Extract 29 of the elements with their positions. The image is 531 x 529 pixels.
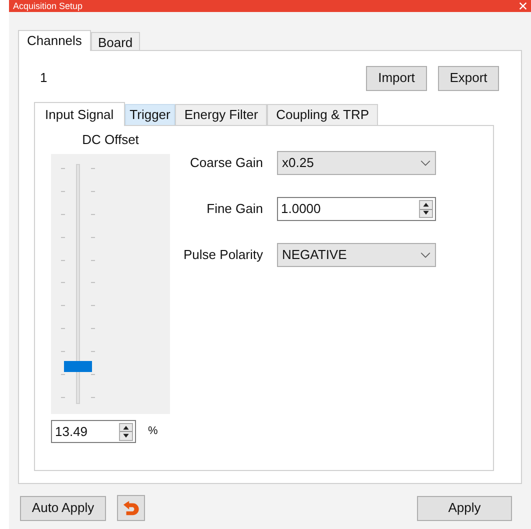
close-icon[interactable] [519,2,527,10]
tab[interactable]: Coupling & TRP [267,104,378,125]
tab[interactable]: Input Signal [34,102,125,126]
unit-label: % [148,424,158,440]
chevron-down-icon [420,252,431,258]
offset-field[interactable]: 13.49 [51,420,136,443]
auto-apply-button[interactable]: Auto Apply [20,496,106,520]
chevron-down-icon [420,160,431,166]
channel-number: 1 [40,69,48,88]
undo-button[interactable] [117,495,145,521]
number-field[interactable]: 1.0000 [277,197,436,221]
undo-arrow-icon [121,500,141,516]
slider-label: DC Offset [81,132,140,148]
field-label: Coarse Gain [189,154,263,172]
spinner-arrows-icon[interactable] [119,422,133,440]
tab[interactable]: Channels [18,30,91,51]
spinner-arrows-icon[interactable] [419,200,433,218]
window-title: Acquisition Setup [13,2,83,10]
dropdown[interactable]: NEGATIVE [277,243,436,267]
toolbar-button[interactable]: Export [438,66,499,90]
toolbar-button[interactable]: Import [366,66,427,90]
field-label: Fine Gain [206,200,263,218]
tab[interactable]: Trigger [124,104,176,125]
tab[interactable]: Board [90,32,140,50]
slider-thumb[interactable] [64,361,92,372]
dropdown[interactable]: x0.25 [277,151,436,175]
apply-button[interactable]: Apply [417,496,512,520]
field-label: Pulse Polarity [182,246,263,264]
tab[interactable]: Energy Filter [175,104,268,125]
